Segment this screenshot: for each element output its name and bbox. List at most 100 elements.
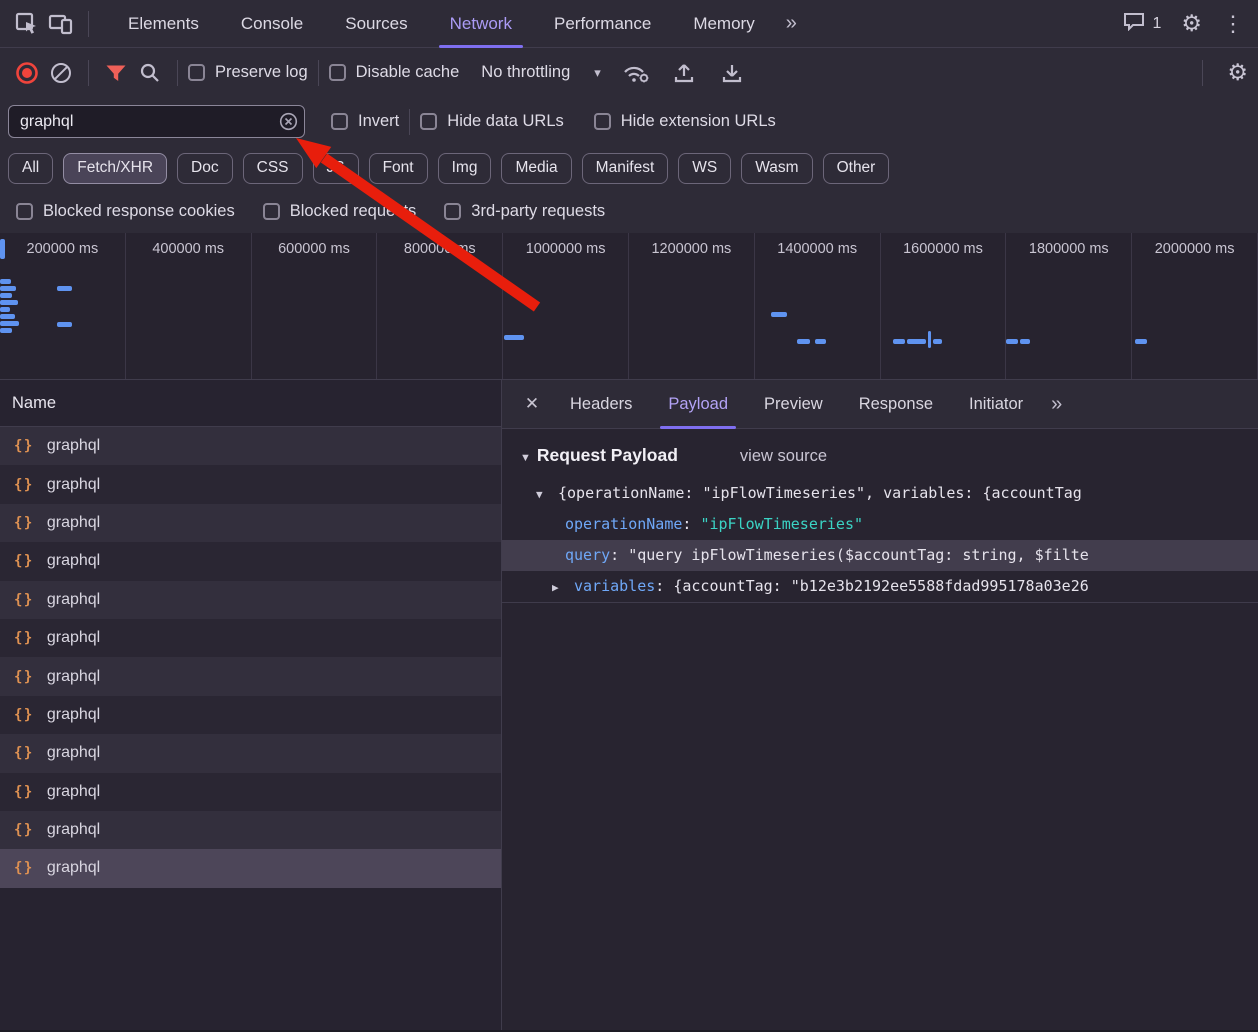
- network-overview-timeline[interactable]: 200000 ms400000 ms600000 ms800000 ms1000…: [0, 233, 1258, 380]
- view-source-link[interactable]: view source: [740, 447, 827, 466]
- issues-badge[interactable]: 1: [1123, 11, 1161, 36]
- request-row[interactable]: {}graphql: [0, 619, 501, 657]
- request-row[interactable]: {}graphql: [0, 773, 501, 811]
- throttling-dropdown[interactable]: No throttling ▾: [481, 63, 601, 82]
- search-icon[interactable]: [133, 56, 167, 90]
- filter-chip-img[interactable]: Img: [438, 153, 492, 184]
- tab-network[interactable]: Network: [429, 0, 533, 48]
- payload-line[interactable]: query: "query ipFlowTimeseries($accountT…: [502, 540, 1258, 571]
- request-row[interactable]: {}graphql: [0, 696, 501, 734]
- request-row[interactable]: {}graphql: [0, 542, 501, 580]
- filter-chip-all[interactable]: All: [8, 153, 53, 184]
- xhr-icon: {}: [14, 477, 34, 493]
- code-segment: : "query ipFlowTimeseries($accountTag: s…: [610, 546, 1089, 564]
- filter-chip-doc[interactable]: Doc: [177, 153, 233, 184]
- filter-funnel-icon[interactable]: [99, 56, 133, 90]
- filter-chip-js[interactable]: JS: [313, 153, 359, 184]
- network-toolbar: Preserve log Disable cache No throttling…: [0, 48, 1258, 97]
- request-row[interactable]: {} graphql: [0, 465, 501, 503]
- request-name: graphql: [47, 706, 100, 724]
- request-row[interactable]: {}graphql: [0, 811, 501, 849]
- request-name: graphql: [47, 476, 100, 494]
- timeline-request-mark: [57, 286, 72, 291]
- option-blocked-requests[interactable]: Blocked requests: [263, 202, 417, 221]
- xhr-icon: {}: [14, 669, 34, 685]
- export-har-icon[interactable]: [715, 56, 749, 90]
- more-panels-icon[interactable]: »: [776, 12, 807, 35]
- tab-performance[interactable]: Performance: [533, 0, 672, 48]
- import-har-icon[interactable]: [667, 56, 701, 90]
- hide-data-urls-option[interactable]: Hide data URLs: [420, 112, 563, 131]
- detail-tab-preview[interactable]: Preview: [746, 380, 841, 429]
- network-settings-gear-icon[interactable]: ⚙: [1227, 61, 1248, 84]
- timeline-request-mark: [0, 293, 12, 298]
- detail-tab-response[interactable]: Response: [841, 380, 951, 429]
- tab-console[interactable]: Console: [220, 0, 324, 48]
- hide-extension-urls-option[interactable]: Hide extension URLs: [594, 112, 776, 131]
- request-row[interactable]: {}graphql: [0, 504, 501, 542]
- timeline-request-mark: [0, 314, 15, 319]
- tab-elements[interactable]: Elements: [107, 0, 220, 48]
- detail-tab-initiator[interactable]: Initiator: [951, 380, 1041, 429]
- request-row[interactable]: {}graphql: [0, 657, 501, 695]
- checkbox-icon[interactable]: [263, 203, 280, 220]
- disclosure-triangle-icon[interactable]: ▼: [536, 479, 558, 509]
- code-segment: {operationName: "ipFlowTimeseries", vari…: [558, 484, 1082, 502]
- disable-cache-checkbox[interactable]: [329, 64, 346, 81]
- filter-chip-manifest[interactable]: Manifest: [582, 153, 669, 184]
- tab-sources[interactable]: Sources: [324, 0, 428, 48]
- request-row[interactable]: {}graphql: [0, 427, 501, 465]
- more-detail-tabs-icon[interactable]: »: [1041, 393, 1072, 416]
- detail-tab-headers[interactable]: Headers: [552, 380, 650, 429]
- option-3rd-party-requests[interactable]: 3rd-party requests: [444, 202, 605, 221]
- request-payload-section-header[interactable]: ▼ Request Payload view source: [502, 445, 1258, 466]
- issues-count: 1: [1152, 15, 1161, 33]
- filter-chip-ws[interactable]: WS: [678, 153, 731, 184]
- clear-filter-icon[interactable]: [279, 112, 298, 131]
- filter-chip-media[interactable]: Media: [501, 153, 571, 184]
- divider: [1202, 60, 1203, 86]
- filter-chip-css[interactable]: CSS: [243, 153, 303, 184]
- filter-chip-wasm[interactable]: Wasm: [741, 153, 812, 184]
- timeline-request-mark: [893, 339, 905, 344]
- request-row[interactable]: {}graphql: [0, 581, 501, 619]
- invert-label: Invert: [358, 112, 399, 131]
- disable-cache-option[interactable]: Disable cache: [329, 63, 460, 82]
- preserve-log-checkbox[interactable]: [188, 64, 205, 81]
- record-network-log-button[interactable]: [10, 56, 44, 90]
- checkbox-icon[interactable]: [444, 203, 461, 220]
- filter-chip-font[interactable]: Font: [369, 153, 428, 184]
- inspect-element-icon[interactable]: [10, 7, 44, 41]
- payload-line[interactable]: operationName: "ipFlowTimeseries": [502, 509, 1258, 540]
- device-toolbar-icon[interactable]: [44, 7, 78, 41]
- request-row[interactable]: {}graphql: [0, 734, 501, 772]
- filter-chip-fetch-xhr[interactable]: Fetch/XHR: [63, 153, 167, 184]
- invert-checkbox[interactable]: [331, 113, 348, 130]
- network-conditions-icon[interactable]: [619, 56, 653, 90]
- toolbar-right: ⚙: [1192, 60, 1248, 86]
- hide-extension-urls-checkbox[interactable]: [594, 113, 611, 130]
- clear-network-log-button[interactable]: [44, 56, 78, 90]
- payload-line[interactable]: ▼{operationName: "ipFlowTimeseries", var…: [502, 478, 1258, 509]
- payload-line[interactable]: ▶variables: {accountTag: "b12e3b2192ee55…: [502, 571, 1258, 602]
- tab-memory[interactable]: Memory: [672, 0, 775, 48]
- settings-gear-icon[interactable]: ⚙: [1181, 12, 1202, 35]
- preserve-log-option[interactable]: Preserve log: [188, 63, 308, 82]
- checkbox-icon[interactable]: [16, 203, 33, 220]
- disclosure-triangle-icon[interactable]: ▶: [552, 572, 574, 602]
- network-main: Name {}graphql{}graphql{}graphql{}graphq…: [0, 380, 1258, 1030]
- divider: [88, 11, 89, 37]
- request-row[interactable]: {}graphql: [0, 849, 501, 887]
- hide-data-urls-checkbox[interactable]: [420, 113, 437, 130]
- request-name: graphql: [47, 591, 100, 609]
- request-name: graphql: [47, 783, 100, 801]
- disclosure-triangle-icon[interactable]: ▼: [520, 452, 531, 464]
- detail-tab-payload[interactable]: Payload: [650, 380, 746, 429]
- invert-option[interactable]: Invert: [331, 112, 399, 131]
- option-blocked-response-cookies[interactable]: Blocked response cookies: [16, 202, 235, 221]
- filter-chip-other[interactable]: Other: [823, 153, 890, 184]
- close-details-icon[interactable]: ✕: [516, 388, 548, 420]
- kebab-menu-icon[interactable]: ⋮: [1222, 13, 1244, 35]
- name-column-header[interactable]: Name: [0, 380, 501, 427]
- filter-input[interactable]: [8, 105, 305, 138]
